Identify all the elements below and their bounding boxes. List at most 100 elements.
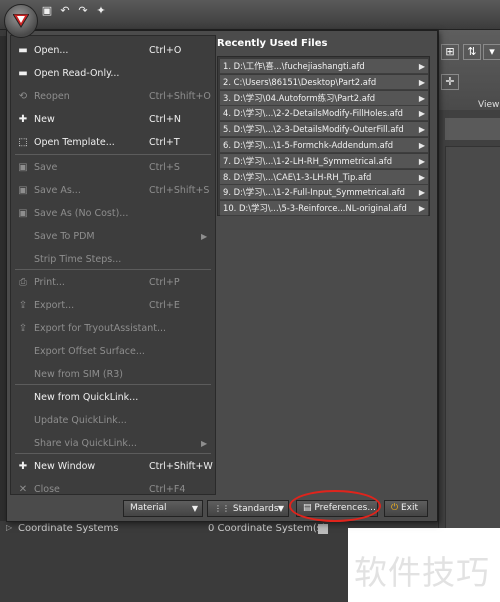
undo-icon[interactable]: ↶: [58, 4, 72, 18]
recent-file-item[interactable]: 6. D:\学习\...\1-5-Formchk-Addendum.afd ▶: [220, 138, 428, 153]
save-icon: ▣: [18, 162, 28, 173]
menu-item-export-for-tryoutassistant[interactable]: ⇪ Export for TryoutAssistant...: [11, 318, 215, 340]
menu-item-label: Share via QuickLink...: [34, 438, 137, 449]
recent-file-item[interactable]: 7. D:\学习\...\1-2-LH-RH_Symmetrical.afd ▶: [220, 153, 428, 169]
view-orient-icon[interactable]: ⇅: [463, 44, 481, 60]
menu-item-reopen[interactable]: ⟲ Reopen Ctrl+Shift+O: [11, 86, 215, 108]
menu-item-new-from-sim-r3[interactable]: New from SIM (R3): [11, 364, 215, 386]
open-folder-icon: ▬: [18, 45, 28, 56]
exit-label: Exit: [401, 503, 419, 513]
menu-item-open-read-only[interactable]: ▬ Open Read-Only...: [11, 63, 215, 85]
menu-item-label: Save As...: [34, 185, 81, 196]
menu-separator: [15, 154, 211, 155]
chevron-down-icon: ▼: [277, 504, 284, 513]
menu-item-shortcut: Ctrl+T: [149, 137, 180, 148]
pin-icon[interactable]: ▶: [419, 170, 425, 184]
save-icon[interactable]: ▣: [40, 4, 54, 18]
view-axis-icon[interactable]: ✛: [441, 74, 459, 90]
menu-item-save-as[interactable]: ▣ Save As... Ctrl+Shift+S: [11, 180, 215, 202]
recent-file-path: 9. D:\学习\...\1-2-Full-Input_Symmetrical.…: [223, 187, 405, 198]
menu-item-label: Open Template...: [34, 137, 115, 148]
menu-item-label: Reopen: [34, 91, 70, 102]
menu-item-label: Strip Time Steps...: [34, 254, 122, 265]
open-folder-icon: ▬: [18, 68, 28, 79]
pin-icon[interactable]: ▶: [419, 201, 425, 215]
menu-item-label: Save: [34, 162, 58, 173]
recent-file-path: 1. D:\工作\喜...\fuchejiashangti.afd: [223, 61, 365, 71]
recent-file-item[interactable]: 4. D:\学习\...\2-2-DetailsModify-FillHoles…: [220, 106, 428, 122]
menu-item-label: Save As (No Cost)...: [34, 208, 129, 219]
app-logo-icon: [13, 14, 29, 28]
standards-label: Standards: [232, 504, 279, 514]
recent-file-item[interactable]: 10. D:\学习\...\5-3-Reinforce...NL-origina…: [220, 201, 428, 217]
menu-item-label: New: [34, 114, 55, 125]
quick-access-toolbar: ▣ ↶ ↷ ✦: [40, 4, 108, 18]
tools-icon[interactable]: ✦: [94, 4, 108, 18]
save-as-icon: ▣: [18, 208, 28, 219]
menu-item-shortcut: Ctrl+Shift+O: [149, 91, 211, 102]
tree-row-label: Coordinate Systems: [18, 523, 119, 534]
recent-file-item[interactable]: 3. D:\学习\04.Autoform练习\Part2.afd ▶: [220, 90, 428, 106]
standards-dropdown[interactable]: ⋮⋮ Standards ▼: [207, 500, 289, 517]
menu-item-shortcut: Ctrl+E: [149, 300, 180, 311]
menu-item-new-from-quicklink[interactable]: New from QuickLink...: [11, 387, 215, 409]
pin-icon[interactable]: ▶: [419, 122, 425, 136]
pin-icon[interactable]: ▶: [419, 154, 425, 168]
power-icon: ⏻: [391, 503, 399, 513]
menu-item-new[interactable]: ✚ New Ctrl+N: [11, 109, 215, 131]
chevron-down-icon: ▼: [191, 504, 198, 513]
menu-item-share-via-quicklink[interactable]: Share via QuickLink... ▶: [11, 433, 215, 455]
ribbon-view-label: View: [478, 100, 500, 110]
redo-icon[interactable]: ↷: [76, 4, 90, 18]
menu-item-export-offset-surface[interactable]: Export Offset Surface...: [11, 341, 215, 363]
tree-row-checkbox[interactable]: [318, 524, 328, 534]
ribbon-view-group: ⊞ ⇅ ▾ ✛: [438, 30, 500, 110]
menu-item-save[interactable]: ▣ Save Ctrl+S: [11, 157, 215, 179]
menu-command-list: ▬ Open... Ctrl+O ▬ Open Read-Only... ⟲ Reopen C…: [10, 35, 216, 495]
menu-item-shortcut: Ctrl+N: [149, 114, 181, 125]
menu-item-strip-time-steps[interactable]: Strip Time Steps...: [11, 249, 215, 271]
recent-file-path: 10. D:\学习\...\5-3-Reinforce...NL-origina…: [223, 203, 407, 214]
pin-icon[interactable]: ▶: [419, 185, 425, 199]
highlight-circle: [289, 490, 381, 522]
graphics-viewport[interactable]: [445, 146, 500, 530]
menu-item-update-quicklink[interactable]: Update QuickLink...: [11, 410, 215, 432]
watermark-text: 软件技巧: [354, 553, 490, 592]
print-icon: ⎙: [19, 277, 27, 288]
recent-file-item[interactable]: 1. D:\工作\喜...\fuchejiashangti.afd ▶: [220, 59, 428, 74]
graphics-area: [438, 110, 500, 530]
recent-file-item[interactable]: 5. D:\学习\...\2-3-DetailsModify-OuterFill…: [220, 122, 428, 138]
recent-file-path: 6. D:\学习\...\1-5-Formchk-Addendum.afd: [223, 140, 394, 150]
recent-file-item[interactable]: 9. D:\学习\...\1-2-Full-Input_Symmetrical.…: [220, 185, 428, 201]
pin-icon[interactable]: ▶: [419, 59, 425, 73]
menu-item-open-template[interactable]: ⬚ Open Template... Ctrl+T: [11, 132, 215, 154]
application-menu-button[interactable]: [4, 4, 38, 38]
recent-file-item[interactable]: 2. C:\Users\86151\Desktop\Part2.afd ▶: [220, 74, 428, 90]
pin-icon[interactable]: ▶: [419, 106, 425, 120]
view-tool-icon[interactable]: ⊞: [441, 44, 459, 60]
menu-item-label: Export...: [34, 300, 75, 311]
menu-item-new-window[interactable]: ✚ New Window Ctrl+Shift+W: [11, 456, 215, 478]
pin-icon[interactable]: ▶: [419, 91, 425, 105]
menu-item-open[interactable]: ▬ Open... Ctrl+O: [11, 40, 215, 62]
menu-item-save-to-pdm[interactable]: Save To PDM ▶: [11, 226, 215, 248]
expand-arrow-icon[interactable]: ▷: [6, 523, 12, 532]
menu-item-label: Export for TryoutAssistant...: [34, 323, 167, 334]
application-menu: ▬ Open... Ctrl+O ▬ Open Read-Only... ⟲ Reopen C…: [6, 30, 438, 522]
menu-item-label: Update QuickLink...: [34, 415, 127, 426]
recent-files-title: Recently Used Files: [217, 38, 328, 49]
material-dropdown[interactable]: Material ▼: [123, 500, 203, 517]
exit-button[interactable]: ⏻ Exit: [384, 500, 428, 517]
recent-file-path: 4. D:\学习\...\2-2-DetailsModify-FillHoles…: [223, 108, 403, 119]
menu-item-print[interactable]: ⎙ Print... Ctrl+P: [11, 272, 215, 294]
menu-item-save-as-no-cost[interactable]: ▣ Save As (No Cost)...: [11, 203, 215, 225]
pin-icon[interactable]: ▶: [419, 138, 425, 152]
menu-item-close[interactable]: ✕ Close Ctrl+F4: [11, 479, 215, 501]
tree-row-coordinate-systems[interactable]: ▷ Coordinate Systems 0 Coordinate System…: [0, 520, 345, 536]
pin-icon[interactable]: ▶: [419, 75, 425, 89]
view-extra-icon[interactable]: ▾: [483, 44, 500, 60]
new-icon: ✚: [18, 114, 28, 125]
submenu-arrow-icon: ▶: [201, 232, 208, 241]
recent-file-item[interactable]: 8. D:\学习\...\CAE\1-3-LH-RH_Tip.afd ▶: [220, 169, 428, 185]
menu-item-export[interactable]: ⇪ Export... Ctrl+E: [11, 295, 215, 317]
